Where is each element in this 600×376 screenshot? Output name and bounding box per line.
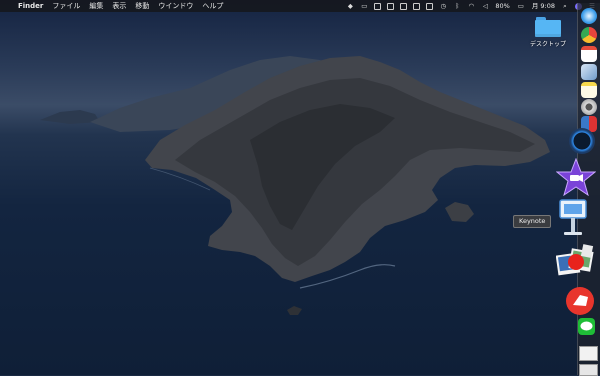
menu-window[interactable]: ウインドウ (158, 0, 193, 12)
menu-edit[interactable]: 編集 (89, 0, 103, 12)
photos-stack-icon[interactable] (556, 244, 594, 278)
papers-icon[interactable] (566, 287, 594, 315)
dock-tooltip: Keynote (513, 215, 552, 228)
monitor-icon[interactable]: ▭ (360, 2, 368, 10)
bluetooth-icon[interactable]: ᛒ (453, 2, 461, 10)
document-icon[interactable] (387, 2, 395, 10)
battery-icon[interactable]: ▭ (516, 2, 526, 10)
menu-app-name[interactable]: Finder (18, 0, 43, 12)
calendar-icon[interactable] (581, 46, 597, 62)
keynote-icon[interactable] (558, 198, 588, 238)
activity-monitor-icon[interactable] (569, 128, 595, 154)
preview-icon[interactable] (581, 64, 597, 80)
time-machine-icon[interactable]: ◷ (439, 2, 447, 10)
line-icon[interactable] (578, 318, 595, 335)
desktop-wallpaper (0, 0, 600, 375)
safari-icon[interactable] (581, 8, 597, 24)
wifi-icon[interactable]: ◠ (467, 2, 475, 10)
notes-icon[interactable] (581, 82, 597, 98)
menu-file[interactable]: ファイル (52, 0, 80, 12)
finder-window-thumbnail[interactable] (579, 346, 598, 361)
bold-b-icon[interactable] (426, 2, 434, 10)
photo-booth-icon[interactable] (581, 99, 597, 115)
text-icon[interactable] (400, 2, 408, 10)
menu-help[interactable]: ヘルプ (202, 0, 223, 12)
chrome-icon[interactable] (581, 27, 597, 43)
badge-icon[interactable] (413, 2, 421, 10)
menu-view[interactable]: 表示 (112, 0, 126, 12)
folder-icon (535, 17, 561, 37)
clipboard-icon[interactable] (374, 2, 382, 10)
search-icon[interactable]: ⌕ (561, 2, 569, 10)
desktop-folder-label: デスクトップ (529, 41, 566, 48)
dropbox-icon[interactable]: ◆ (346, 2, 354, 10)
battery-percent[interactable]: 80% (495, 0, 509, 12)
dock-item-bottom[interactable] (579, 364, 598, 376)
clock[interactable]: 月 9:08 (532, 0, 555, 12)
desktop-folder[interactable]: デスクトップ (529, 17, 567, 48)
volume-icon[interactable]: ◁ (481, 2, 489, 10)
menu-bar: Finder ファイル 編集 表示 移動 ウインドウ ヘルプ ◆ ▭ ◷ ᛒ ◠… (0, 0, 600, 12)
menu-go[interactable]: 移動 (135, 0, 149, 12)
imovie-icon[interactable] (556, 158, 596, 196)
